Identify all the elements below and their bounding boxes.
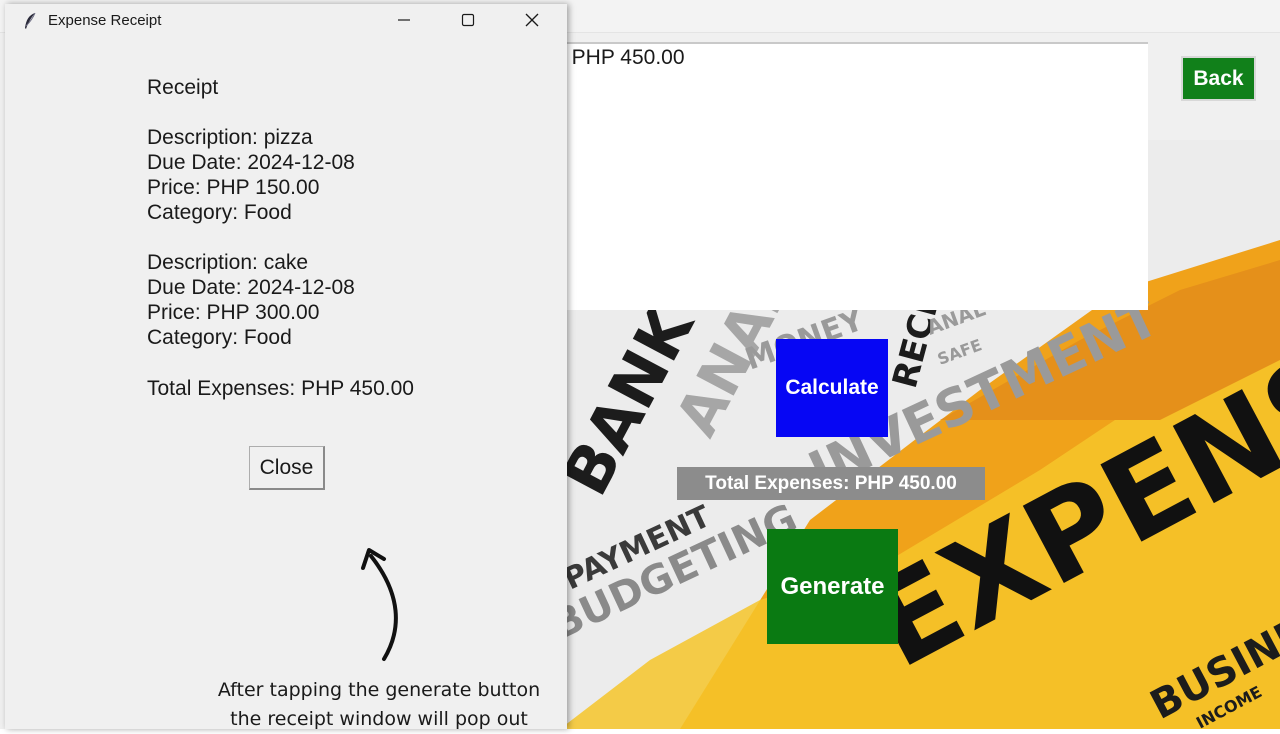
close-icon <box>525 13 539 27</box>
receipt-titlebar[interactable]: Expense Receipt <box>5 4 567 36</box>
receipt-heading: Receipt <box>147 76 219 99</box>
output-textbox[interactable] <box>548 42 1148 310</box>
item-price: Price: PHP 300.00 <box>147 301 320 324</box>
item-due-date: Due Date: 2024-12-08 <box>147 151 355 174</box>
curved-arrow-icon <box>361 548 398 661</box>
back-button[interactable]: Back <box>1181 56 1256 101</box>
annotation-line: After tapping the generate button <box>217 679 541 701</box>
close-button[interactable]: Close <box>249 446 325 490</box>
item-price: Price: PHP 150.00 <box>147 176 320 199</box>
window-close-button[interactable] <box>509 4 555 36</box>
item-description: Description: pizza <box>147 126 313 149</box>
maximize-icon <box>461 13 475 27</box>
item-category: Category: Food <box>147 201 292 224</box>
receipt-window: Expense Receipt Receipt Description: piz… <box>5 4 567 730</box>
total-expenses-label: Total Expenses: PHP 450.00 <box>677 467 985 500</box>
item-category: Category: Food <box>147 326 292 349</box>
output-text: : PHP 450.00 <box>560 46 685 69</box>
generate-button[interactable]: Generate <box>767 529 898 644</box>
feather-icon <box>25 12 36 29</box>
minimize-button[interactable] <box>381 4 427 36</box>
maximize-button[interactable] <box>445 4 491 36</box>
window-title: Expense Receipt <box>48 12 162 29</box>
annotation-line: the receipt window will pop out <box>230 708 528 730</box>
calculate-button[interactable]: Calculate <box>776 339 888 437</box>
item-description: Description: cake <box>147 251 309 274</box>
annotation-caption: After tapping the generate button the re… <box>190 676 568 734</box>
minimize-icon <box>398 19 410 21</box>
receipt-total: Total Expenses: PHP 450.00 <box>147 377 414 400</box>
item-due-date: Due Date: 2024-12-08 <box>147 276 355 299</box>
